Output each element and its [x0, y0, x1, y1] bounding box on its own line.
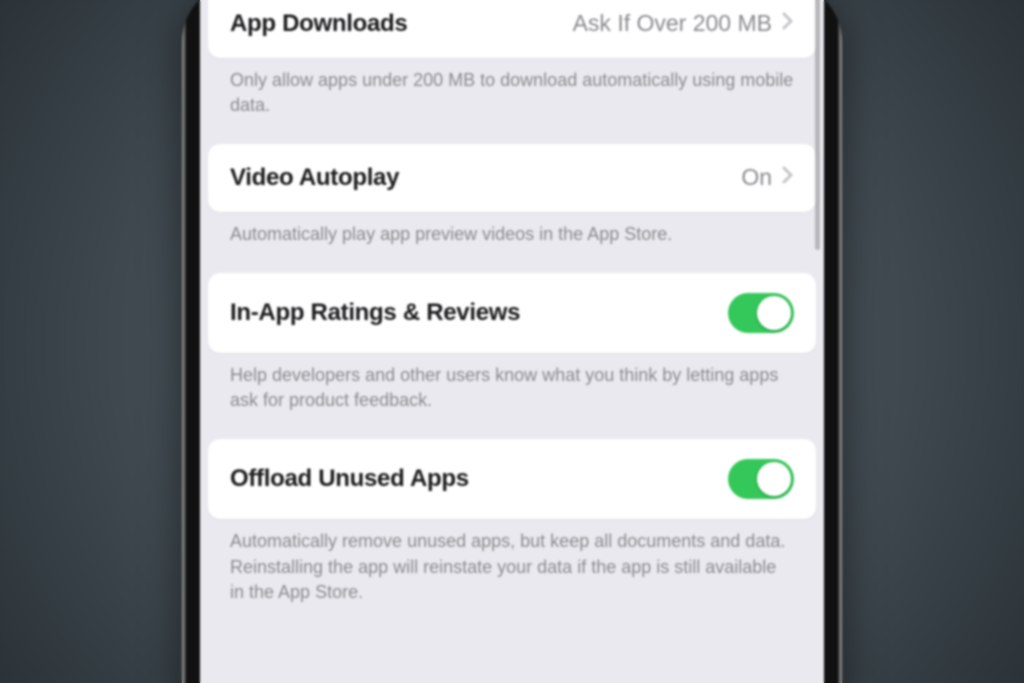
video-autoplay-row[interactable]: Video Autoplay On: [208, 144, 816, 212]
app-downloads-footer: Only allow apps under 200 MB to download…: [208, 58, 816, 144]
scrollbar[interactable]: [815, 0, 820, 250]
in-app-ratings-row: In-App Ratings & Reviews: [208, 273, 816, 353]
video-autoplay-value: On: [741, 164, 772, 191]
app-downloads-row[interactable]: App Downloads Ask If Over 200 MB: [208, 0, 816, 58]
chevron-right-icon: [782, 166, 794, 190]
in-app-ratings-toggle[interactable]: [728, 293, 794, 333]
app-downloads-label: App Downloads: [230, 10, 407, 38]
app-downloads-value-wrap: Ask If Over 200 MB: [573, 10, 794, 37]
toggle-knob: [757, 296, 791, 330]
offload-unused-label: Offload Unused Apps: [230, 465, 469, 493]
video-autoplay-label: Video Autoplay: [230, 164, 399, 192]
video-autoplay-value-wrap: On: [741, 164, 794, 191]
offload-unused-footer: Automatically remove unused apps, but ke…: [208, 519, 816, 645]
screen: App Downloads Ask If Over 200 MB Only al…: [200, 0, 824, 683]
phone-frame: App Downloads Ask If Over 200 MB Only al…: [182, 0, 842, 683]
video-autoplay-footer: Automatically play app preview videos in…: [208, 212, 816, 273]
offload-unused-row: Offload Unused Apps: [208, 439, 816, 519]
chevron-right-icon: [782, 12, 794, 36]
offload-unused-toggle[interactable]: [728, 459, 794, 499]
background: App Downloads Ask If Over 200 MB Only al…: [0, 0, 1024, 683]
app-downloads-value: Ask If Over 200 MB: [573, 10, 772, 37]
toggle-knob: [757, 462, 791, 496]
in-app-ratings-label: In-App Ratings & Reviews: [230, 299, 520, 327]
phone-rail-left: [182, 0, 186, 683]
settings-scroll[interactable]: App Downloads Ask If Over 200 MB Only al…: [200, 0, 824, 645]
in-app-ratings-footer: Help developers and other users know wha…: [208, 353, 816, 439]
